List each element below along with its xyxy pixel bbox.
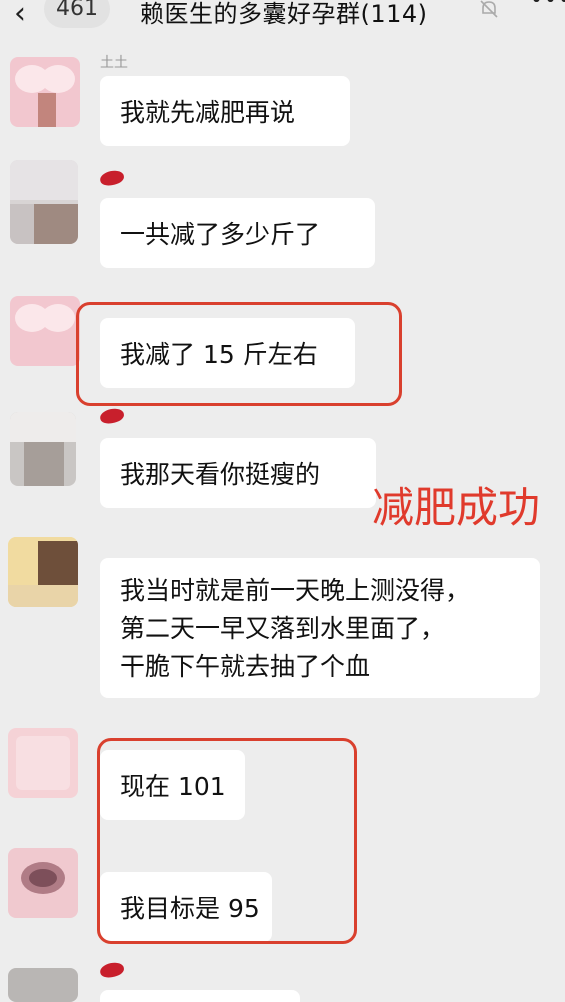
- message-bubble[interactable]: 一共减了多少斤了: [100, 198, 375, 268]
- sender-name: 土土: [100, 55, 128, 71]
- avatar[interactable]: [10, 412, 76, 486]
- message-line: 干脆下午就去抽了个血: [120, 652, 371, 681]
- avatar[interactable]: [8, 728, 78, 798]
- lips-icon: [98, 960, 126, 980]
- chat-title: 赖医生的多囊好孕群(114): [140, 0, 428, 28]
- message-line: 第二天一早又落到水里面了，: [120, 614, 446, 643]
- lips-icon: [98, 406, 126, 426]
- annotation-text: 减肥成功: [372, 483, 541, 532]
- avatar[interactable]: [10, 57, 80, 127]
- chat-header: ‹ 461 赖医生的多囊好孕群(114) •••: [0, 0, 565, 31]
- avatar[interactable]: [8, 848, 78, 918]
- highlight-box: [97, 738, 357, 944]
- message-bubble[interactable]: 我当时就是前一天晚上测没得， 第二天一早又落到水里面了， 干脆下午就去抽了个血: [100, 558, 540, 698]
- sender-name: [98, 168, 126, 188]
- sender-name: [98, 406, 126, 426]
- avatar[interactable]: [8, 537, 78, 607]
- avatar[interactable]: [8, 968, 78, 1002]
- bell-off-icon: [478, 0, 500, 24]
- avatar[interactable]: [10, 160, 78, 244]
- message-bubble[interactable]: 我那天看你挺瘦的: [100, 438, 376, 508]
- more-icon[interactable]: •••: [530, 0, 565, 13]
- avatar[interactable]: [10, 296, 80, 366]
- sender-name: [98, 960, 126, 980]
- message-bubble[interactable]: 我就先减肥再说: [100, 76, 350, 146]
- chevron-left-icon[interactable]: ‹: [14, 0, 26, 31]
- unread-count-badge[interactable]: 461: [44, 0, 110, 28]
- highlight-box: [76, 302, 402, 406]
- message-line: 我当时就是前一天晚上测没得，: [120, 576, 471, 605]
- lips-icon: [98, 168, 126, 188]
- message-bubble[interactable]: [100, 990, 300, 1002]
